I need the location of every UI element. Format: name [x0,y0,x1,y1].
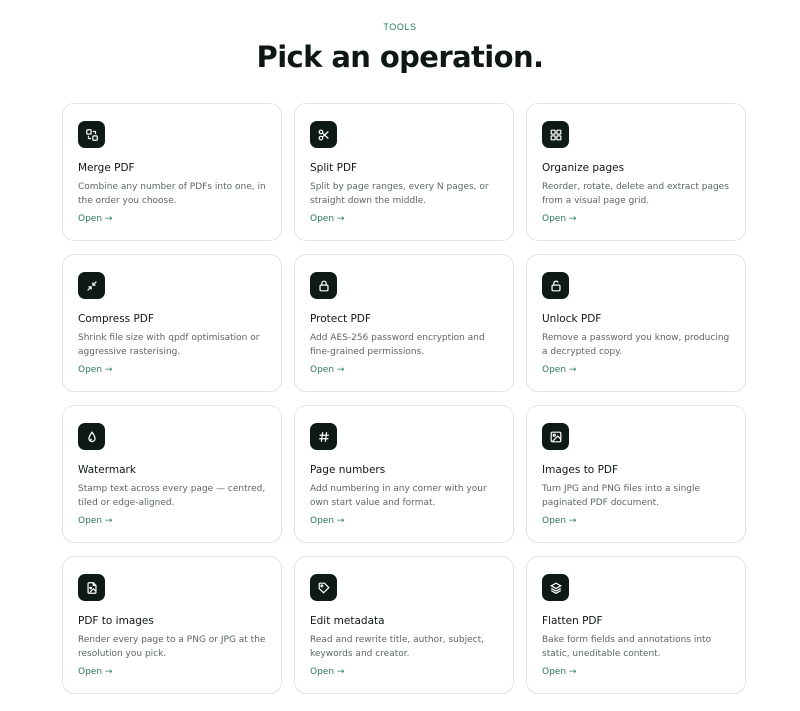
scissors-icon [310,121,337,148]
tool-description: Reorder, rotate, delete and extract page… [542,182,729,206]
tool-description: Render every page to a PNG or JPG at the… [78,635,266,659]
tool-title: Images to PDF [542,464,619,476]
open-protect-pdf-link[interactable]: Open → [310,365,344,375]
tool-title: Organize pages [542,162,625,174]
tools-eyebrow: TOOLS [383,22,417,32]
tool-description: Bake form fields and annotations into st… [542,635,712,659]
open-pdf-to-images-link[interactable]: Open → [78,667,112,677]
open-edit-metadata-link[interactable]: Open → [310,667,344,677]
tool-card-unlock-pdf[interactable]: Unlock PDF Remove a password you know, p… [526,254,746,392]
compress-icon [78,272,105,299]
unlock-icon [542,272,569,299]
grid-icon [542,121,569,148]
tool-description: Turn JPG and PNG files into a single pag… [542,484,701,508]
tag-icon [310,574,337,601]
layers-icon [542,574,569,601]
open-merge-pdf-link[interactable]: Open → [78,214,112,224]
tool-description: Stamp text across every page — centred, … [78,484,266,508]
tool-card-compress-pdf[interactable]: Compress PDF Shrink file size with qpdf … [62,254,282,392]
tool-card-edit-metadata[interactable]: Edit metadata Read and rewrite title, au… [294,556,514,694]
tool-card-merge-pdf[interactable]: Merge PDF Combine any number of PDFs int… [62,103,282,241]
open-split-pdf-link[interactable]: Open → [310,214,344,224]
tool-description: Add numbering in any corner with your ow… [310,484,487,508]
tool-card-images-to-pdf[interactable]: Images to PDF Turn JPG and PNG files int… [526,405,746,543]
tool-title: Merge PDF [78,162,135,174]
tool-card-page-numbers[interactable]: Page numbers Add numbering in any corner… [294,405,514,543]
tool-title: Flatten PDF [542,615,603,627]
open-images-to-pdf-link[interactable]: Open → [542,516,576,526]
open-unlock-pdf-link[interactable]: Open → [542,365,576,375]
tool-card-protect-pdf[interactable]: Protect PDF Add AES-256 password encrypt… [294,254,514,392]
tool-description: Combine any number of PDFs into one, in … [78,182,266,206]
image-icon [542,423,569,450]
tool-description: Add AES-256 password encryption and fine… [310,333,485,357]
tool-card-split-pdf[interactable]: Split PDF Split by page ranges, every N … [294,103,514,241]
tool-title: Split PDF [310,162,358,174]
file-image-icon [78,574,105,601]
tool-title: Page numbers [310,464,386,476]
open-watermark-link[interactable]: Open → [78,516,112,526]
tool-title: Protect PDF [310,313,371,325]
tool-description: Shrink file size with qpdf optimisation … [78,333,260,357]
tool-description: Split by page ranges, every N pages, or … [310,182,489,206]
droplet-icon [78,423,105,450]
tool-description: Remove a password you know, producing a … [542,333,730,357]
open-flatten-pdf-link[interactable]: Open → [542,667,576,677]
tool-description: Read and rewrite title, author, subject,… [310,635,484,659]
open-compress-pdf-link[interactable]: Open → [78,365,112,375]
tool-card-organize-pages[interactable]: Organize pages Reorder, rotate, delete a… [526,103,746,241]
page-title: Pick an operation. [256,40,544,74]
tool-card-watermark[interactable]: Watermark Stamp text across every page —… [62,405,282,543]
hash-icon [310,423,337,450]
merge-icon [78,121,105,148]
open-page-numbers-link[interactable]: Open → [310,516,344,526]
open-organize-pages-link[interactable]: Open → [542,214,576,224]
tool-title: PDF to images [78,615,154,627]
tool-title: Compress PDF [78,313,154,325]
tool-card-pdf-to-images[interactable]: PDF to images Render every page to a PNG… [62,556,282,694]
tool-title: Watermark [78,464,136,476]
tool-title: Edit metadata [310,615,385,627]
tools-grid: Merge PDF Combine any number of PDFs int… [62,103,746,694]
tool-title: Unlock PDF [542,313,602,325]
tool-card-flatten-pdf[interactable]: Flatten PDF Bake form fields and annotat… [526,556,746,694]
lock-icon [310,272,337,299]
